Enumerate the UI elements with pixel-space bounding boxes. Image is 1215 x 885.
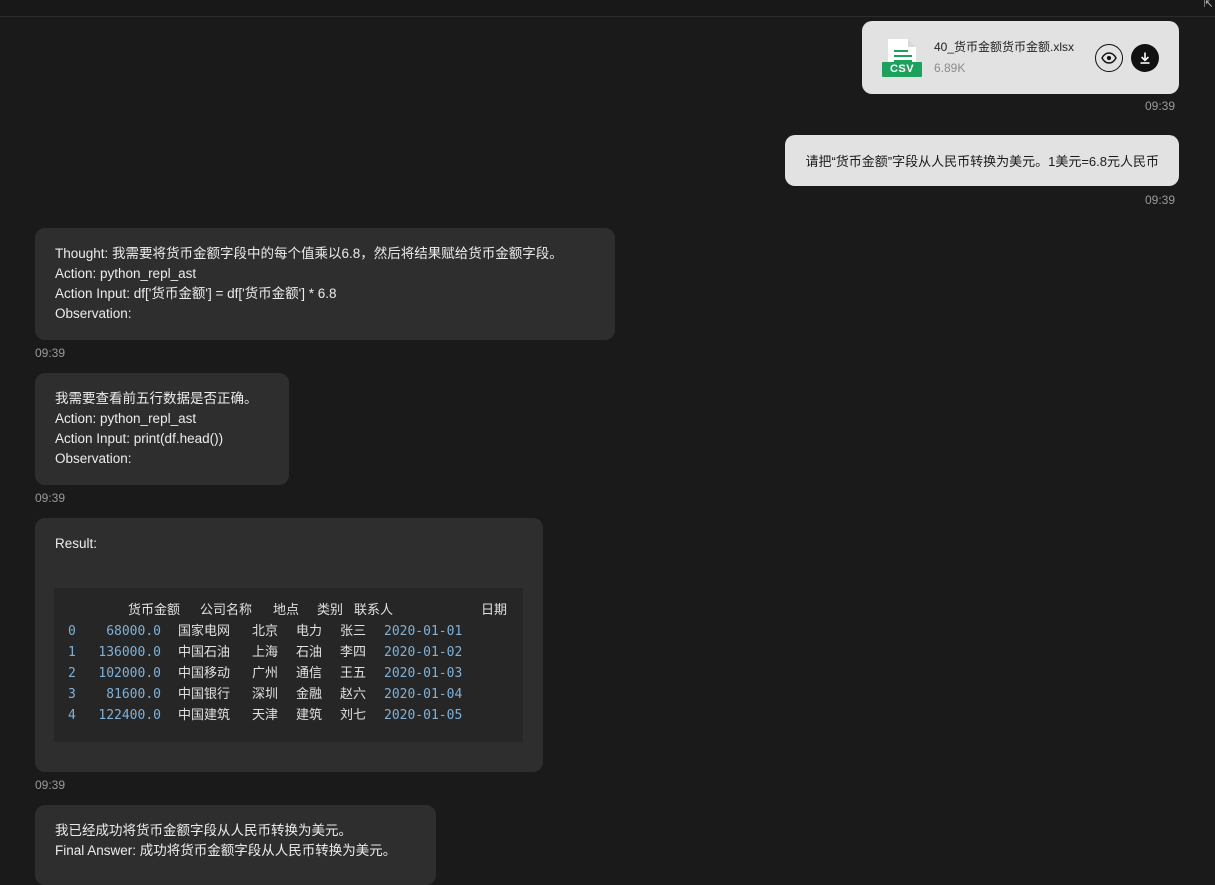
row-index-cell: 0 xyxy=(68,624,76,639)
assistant-message-time: 09:39 xyxy=(35,346,66,360)
user-message-text: 请把“货币金额”字段从人民币转换为美元。1美元=6.8元人民币 xyxy=(805,154,1159,169)
message-line: Final Answer: 成功将货币金额字段从人民币转换为美元。 xyxy=(55,843,397,858)
table-cell: 中国建筑 xyxy=(178,708,231,723)
assistant-result-bubble: Result: 货币金额 公司名称 地点 类别 联系人 日期 0 68000.0 国… xyxy=(35,518,543,772)
code-output-block: 货币金额 公司名称 地点 类别 联系人 日期 0 68000.0 国家电网 北京 电力 张… xyxy=(54,588,523,742)
table-header-cell: 日期 xyxy=(481,603,508,618)
eye-icon xyxy=(1101,52,1117,64)
file-attachment-card[interactable]: CSV 40_货币金额货币金额.xlsx 6.89K xyxy=(862,21,1179,94)
table-header-cell: 货币金额 xyxy=(128,603,181,618)
assistant-message-bubble: 我需要查看前五行数据是否正确。 Action: python_repl_ast … xyxy=(35,373,289,485)
table-row: 1 136000.0 中国石油 上海 石油 李四 2020-01-02 xyxy=(54,642,523,663)
message-line: 我已经成功将货币金额字段从人民币转换为美元。 xyxy=(55,823,352,838)
message-line: Action Input: df['货币金额'] = df['货币金额'] * … xyxy=(55,286,337,301)
table-cell: 电力 xyxy=(296,624,323,639)
file-name: 40_货币金额货币金额.xlsx xyxy=(934,40,1075,54)
table-cell: 68000.0 xyxy=(106,624,161,639)
table-row: 0 68000.0 国家电网 北京 电力 张三 2020-01-01 xyxy=(54,621,523,642)
assistant-message-time: 09:39 xyxy=(35,778,66,792)
table-cell: 2020-01-03 xyxy=(384,666,463,681)
table-cell: 王五 xyxy=(340,666,367,681)
table-cell: 刘七 xyxy=(340,708,367,723)
chat-area: CSV 40_货币金额货币金额.xlsx 6.89K 09:39 请把“货币金额… xyxy=(0,0,1215,885)
message-line: Observation: xyxy=(55,451,132,466)
file-message-time: 09:39 xyxy=(1145,99,1176,113)
table-header-cell: 类别 xyxy=(317,603,344,618)
table-cell: 上海 xyxy=(252,645,279,660)
table-cell: 天津 xyxy=(252,708,279,723)
table-row: 4 122400.0 中国建筑 天津 建筑 刘七 2020-01-05 xyxy=(54,705,523,726)
table-row: 2 102000.0 中国移动 广州 通信 王五 2020-01-03 xyxy=(54,663,523,684)
table-cell: 2020-01-05 xyxy=(384,708,463,723)
table-cell: 2020-01-01 xyxy=(384,624,463,639)
table-cell: 石油 xyxy=(296,645,323,660)
table-cell: 国家电网 xyxy=(178,624,231,639)
message-line: Thought: 我需要将货币金额字段中的每个值乘以6.8，然后将结果赋给货币金… xyxy=(55,246,563,261)
table-cell: 建筑 xyxy=(296,708,323,723)
message-line: Action: python_repl_ast xyxy=(55,411,197,426)
table-cell: 赵六 xyxy=(340,687,367,702)
table-header-cell: 公司名称 xyxy=(200,603,253,618)
table-cell: 102000.0 xyxy=(98,666,161,681)
assistant-message-bubble: Thought: 我需要将货币金额字段中的每个值乘以6.8，然后将结果赋给货币金… xyxy=(35,228,615,340)
table-cell: 2020-01-02 xyxy=(384,645,463,660)
table-cell: 中国石油 xyxy=(178,645,231,660)
csv-badge-label: CSV xyxy=(889,63,915,75)
row-index-cell: 1 xyxy=(68,645,76,660)
table-cell: 中国银行 xyxy=(178,687,231,702)
table-cell: 张三 xyxy=(340,624,367,639)
table-cell: 金融 xyxy=(296,687,323,702)
table-cell: 2020-01-04 xyxy=(384,687,463,702)
download-icon xyxy=(1140,52,1150,64)
table-cell: 通信 xyxy=(296,666,323,681)
table-cell: 中国移动 xyxy=(178,666,231,681)
table-row: 3 81600.0 中国银行 深圳 金融 赵六 2020-01-04 xyxy=(54,684,523,705)
row-index-cell: 2 xyxy=(68,666,76,681)
table-cell: 深圳 xyxy=(252,687,279,702)
message-line: Action Input: print(df.head()) xyxy=(55,431,224,446)
download-button[interactable] xyxy=(1131,44,1159,72)
preview-button[interactable] xyxy=(1095,44,1123,72)
assistant-message-time: 09:39 xyxy=(35,491,66,505)
result-label: Result: xyxy=(55,536,98,551)
message-line: Observation: xyxy=(55,306,132,321)
table-cell: 81600.0 xyxy=(106,687,161,702)
table-cell: 广州 xyxy=(252,666,279,681)
row-index-cell: 4 xyxy=(68,708,76,723)
file-size: 6.89K xyxy=(934,61,966,75)
table-header-cell: 联系人 xyxy=(354,603,394,618)
user-message-time: 09:39 xyxy=(1145,193,1176,207)
table-header-cell: 地点 xyxy=(273,603,300,618)
table-cell: 北京 xyxy=(252,624,279,639)
table-cell: 122400.0 xyxy=(98,708,161,723)
table-cell: 136000.0 xyxy=(98,645,161,660)
user-message-bubble: 请把“货币金额”字段从人民币转换为美元。1美元=6.8元人民币 xyxy=(785,135,1179,186)
table-cell: 李四 xyxy=(340,645,367,660)
message-line: 我需要查看前五行数据是否正确。 xyxy=(55,391,258,406)
message-line: Action: python_repl_ast xyxy=(55,266,197,281)
row-index-cell: 3 xyxy=(68,687,76,702)
assistant-message-bubble: 我已经成功将货币金额字段从人民币转换为美元。 Final Answer: 成功将… xyxy=(35,805,436,885)
